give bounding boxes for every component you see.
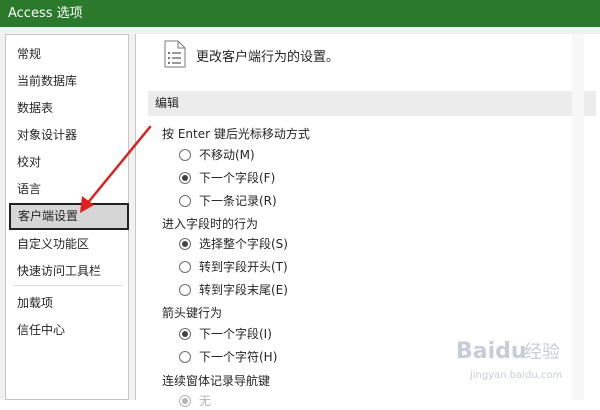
radio-button[interactable]: [179, 261, 191, 273]
radio-label: 下一个字段(F): [199, 171, 276, 185]
group-label-enter-key: 按 Enter 键后光标移动方式: [162, 127, 310, 141]
nav-item-language[interactable]: 语言: [6, 176, 128, 203]
nav-item-current-database[interactable]: 当前数据库: [6, 68, 128, 95]
radio-selected-dot: [182, 241, 188, 247]
nav-item-datasheet[interactable]: 数据表: [6, 95, 128, 122]
radio-label: 下一条记录(R): [199, 194, 277, 208]
radio-label: 下一个字段(I): [199, 327, 272, 341]
radio-selected-dot: [182, 331, 188, 337]
options-nav: 常规 当前数据库 数据表 对象设计器 校对 语言 客户端设置 自定义功能区 快速…: [5, 34, 129, 400]
vertical-scrollbar[interactable]: [572, 34, 584, 400]
radio-label: 转到字段末尾(E): [199, 283, 288, 297]
radio-label: 转到字段开头(T): [199, 260, 288, 274]
radio-button[interactable]: [179, 172, 191, 184]
group-label-continuous-form-nav: 连续窗体记录导航键: [162, 374, 271, 388]
radio-button[interactable]: [179, 328, 191, 340]
nav-item-trust-center[interactable]: 信任中心: [6, 317, 128, 344]
group-label-arrow-key: 箭头键行为: [162, 306, 223, 320]
radio-label: 选择整个字段(S): [199, 237, 288, 251]
nav-item-customize-ribbon[interactable]: 自定义功能区: [6, 231, 128, 258]
radio-label: 不移动(M): [199, 148, 255, 162]
group-label-enter-field: 进入字段时的行为: [162, 217, 259, 231]
options-content: 更改客户端行为的设置。 编辑 按 Enter 键后光标移动方式 不移动(M) 下…: [135, 34, 600, 408]
nav-item-add-ins[interactable]: 加载项: [6, 290, 128, 317]
document-settings-icon: [164, 40, 186, 68]
radio-label: 无: [199, 394, 212, 408]
section-header-editing: 编辑: [148, 91, 596, 116]
nav-item-general[interactable]: 常规: [6, 41, 128, 68]
window-title: Access 选项: [8, 6, 83, 21]
radio-button[interactable]: [179, 149, 191, 161]
nav-item-object-designers[interactable]: 对象设计器: [6, 122, 128, 149]
radio-button[interactable]: [179, 238, 191, 250]
nav-item-client-settings[interactable]: 客户端设置: [9, 203, 129, 230]
dialog-body: 常规 当前数据库 数据表 对象设计器 校对 语言 客户端设置 自定义功能区 快速…: [0, 27, 600, 408]
nav-divider: [14, 285, 122, 286]
radio-label: 下一个字符(H): [199, 350, 278, 364]
radio-button[interactable]: [179, 195, 191, 207]
radio-button[interactable]: [179, 284, 191, 296]
window-title-bar: Access 选项: [0, 0, 600, 27]
radio-button[interactable]: [179, 351, 191, 363]
nav-item-proofing[interactable]: 校对: [6, 149, 128, 176]
radio-selected-dot: [182, 398, 188, 404]
radio-selected-dot: [182, 175, 188, 181]
nav-item-quick-access-toolbar[interactable]: 快速访问工具栏: [6, 258, 128, 285]
radio-button[interactable]: [179, 395, 191, 407]
page-description: 更改客户端行为的设置。: [196, 50, 340, 65]
